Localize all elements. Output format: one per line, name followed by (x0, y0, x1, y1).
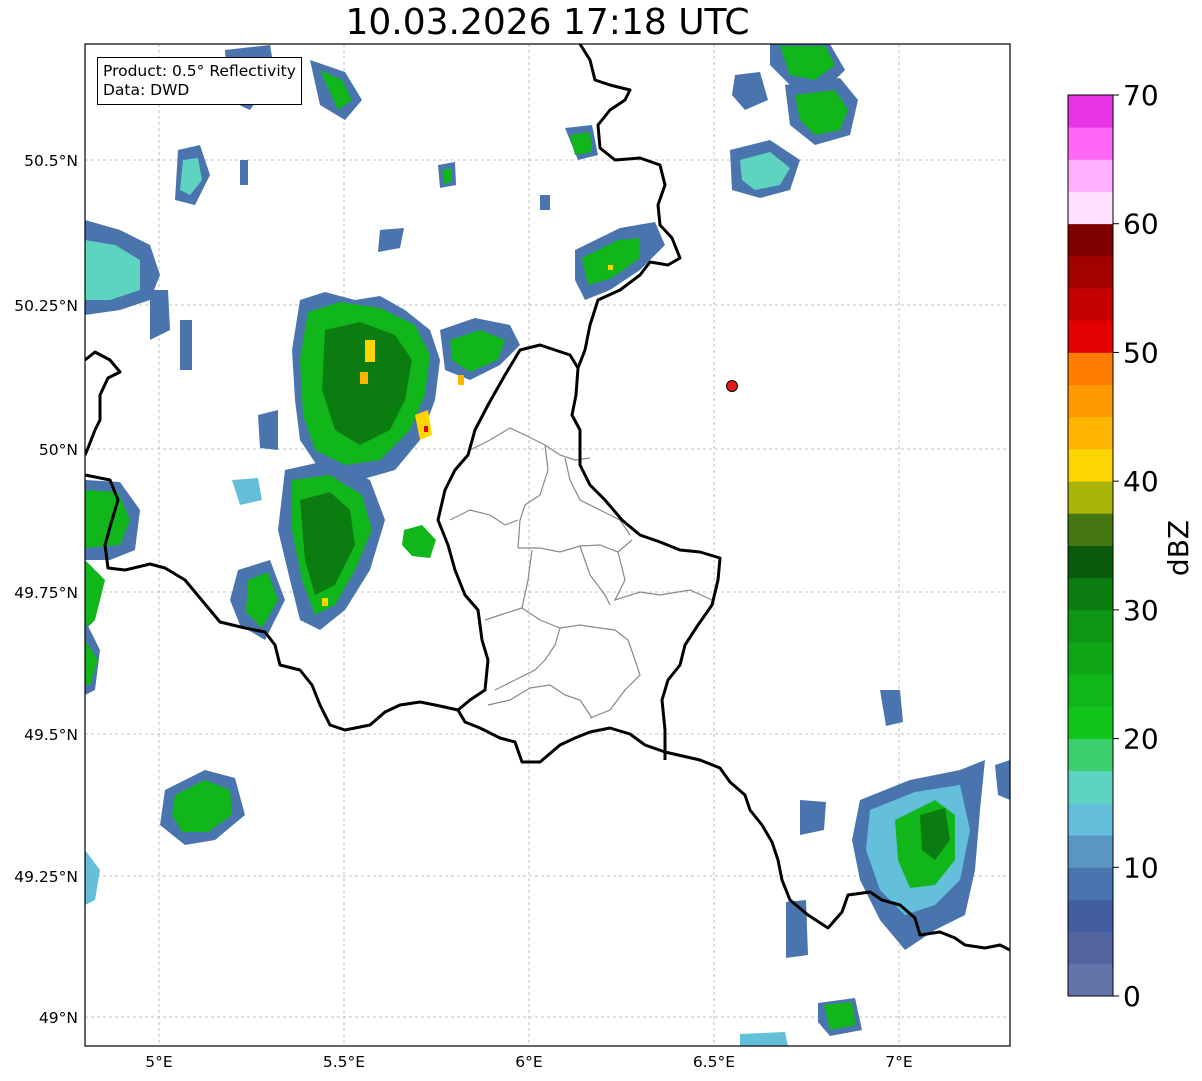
lon-tick-label: 5.5°E (323, 1053, 365, 1071)
colorbar-segment (1068, 609, 1113, 643)
product-info-box: Product: 0.5° Reflectivity Data: DWD (97, 57, 302, 105)
echo-cell-small-d (180, 320, 192, 370)
colorbar-segment (1068, 352, 1113, 386)
latitude-tick-labels: 50.5°N 50.25°N 50°N 49.75°N 49.5°N 49.25… (14, 152, 78, 1027)
colorbar-segment (1068, 706, 1113, 739)
colorbar-tick-label: 40 (1123, 465, 1159, 498)
colorbar-segment (1068, 963, 1113, 997)
lon-tick-label: 6.5°E (693, 1053, 735, 1071)
echo-cell-north-tiny (540, 195, 550, 210)
colorbar-segment (1068, 802, 1113, 836)
echo-cell-small-e (258, 410, 278, 450)
lon-tick-label: 5°E (145, 1053, 172, 1071)
colorbar-segment (1068, 481, 1113, 514)
colorbar-segment (1068, 223, 1113, 257)
echo-core-red-pixel (424, 426, 428, 432)
colorbar-tick-label: 20 (1123, 723, 1159, 756)
colorbar-segment (1068, 191, 1113, 225)
echo-core-yellow-5 (608, 265, 613, 270)
echo-cell-east-strip (786, 900, 808, 958)
colorbar-segment (1068, 899, 1113, 933)
colorbar-segment (1068, 95, 1113, 128)
echo-core-yellow-2 (360, 372, 368, 384)
colorbar-segment (1068, 320, 1113, 353)
echo-core-yellow-1 (365, 340, 375, 362)
lat-tick-label: 49.25°N (14, 868, 78, 886)
colorbar-segment (1068, 448, 1113, 482)
data-source-label: Data: DWD (103, 81, 190, 99)
colorbar-tick-label: 0 (1123, 980, 1141, 1013)
colorbar-segment (1068, 577, 1113, 611)
radar-site-marker[interactable] (726, 380, 738, 392)
product-label: Product: 0.5° Reflectivity (103, 62, 296, 80)
colorbar-segment (1068, 545, 1113, 579)
colorbar-segment (1068, 159, 1113, 192)
lat-tick-label: 50°N (39, 441, 78, 459)
colorbar-segment (1068, 738, 1113, 772)
colorbar-tick-labels: 0 10 20 30 40 50 60 70 (1113, 79, 1159, 1013)
colorbar-segment (1068, 288, 1113, 321)
lat-tick-label: 50.5°N (24, 152, 78, 170)
lat-tick-label: 50.25°N (14, 297, 78, 315)
colorbar-tick-label: 10 (1123, 851, 1159, 884)
colorbar-segment (1068, 513, 1113, 546)
lon-tick-label: 7°E (885, 1053, 912, 1071)
echo-core-yellow-4 (458, 375, 464, 385)
colorbar-segment (1068, 384, 1113, 418)
colorbar-segment (1068, 255, 1113, 289)
lat-tick-label: 49.75°N (14, 584, 78, 602)
colorbar (1068, 95, 1113, 997)
lat-tick-label: 49°N (39, 1009, 78, 1027)
colorbar-segment (1068, 416, 1113, 450)
colorbar-segment (1068, 931, 1113, 965)
colorbar-tick-label: 50 (1123, 336, 1159, 369)
lon-tick-label: 6°E (515, 1053, 542, 1071)
colorbar-segment (1068, 770, 1113, 804)
colorbar-segment (1068, 127, 1113, 160)
colorbar-tick-label: 60 (1123, 208, 1159, 241)
colorbar-tick-label: 30 (1123, 594, 1159, 627)
echo-core-yellow-3 (322, 598, 328, 606)
colorbar-tick-label: 70 (1123, 79, 1159, 112)
echo-cell-east-small-2 (800, 800, 826, 835)
colorbar-segment (1068, 867, 1113, 900)
echo-cell-south-2 (740, 1032, 788, 1046)
lat-tick-label: 49.5°N (24, 726, 78, 744)
radar-map-figure: 5°E 5.5°E 6°E 6.5°E 7°E 50.5°N 50.25°N 5… (14, 43, 1195, 1071)
colorbar-segment (1068, 835, 1113, 868)
longitude-tick-labels: 5°E 5.5°E 6°E 6.5°E 7°E (145, 1053, 912, 1071)
colorbar-segment (1068, 642, 1113, 675)
colorbar-label: dBZ (1162, 520, 1195, 576)
echo-cell-small-a (240, 160, 248, 185)
colorbar-segment (1068, 674, 1113, 707)
